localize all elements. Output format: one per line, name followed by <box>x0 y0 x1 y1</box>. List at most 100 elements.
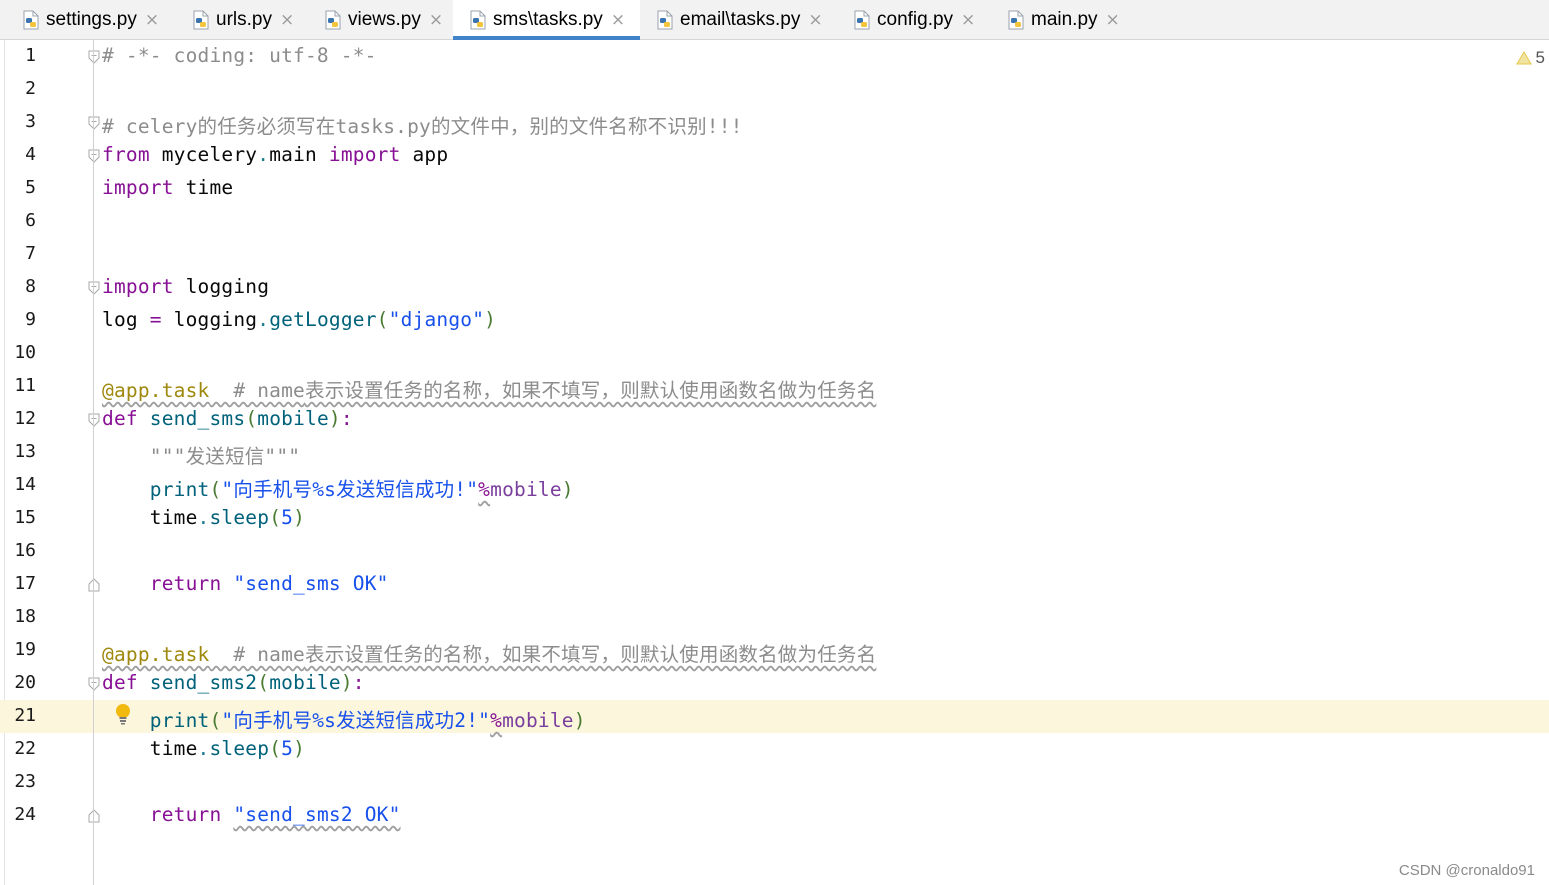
code-line[interactable]: 23 <box>0 766 1549 799</box>
code-token: ( <box>269 737 282 760</box>
fold-open-icon[interactable] <box>88 413 100 427</box>
line-number[interactable]: 3 <box>0 111 36 132</box>
line-number[interactable]: 11 <box>0 375 36 396</box>
close-icon[interactable]: × <box>429 10 443 30</box>
code-line[interactable]: 16 <box>0 535 1549 568</box>
code-line[interactable]: 5 import time <box>0 172 1549 205</box>
code-token: . <box>197 737 210 760</box>
line-number[interactable]: 16 <box>0 540 36 561</box>
line-number[interactable]: 7 <box>0 243 36 264</box>
close-icon[interactable]: × <box>961 10 975 30</box>
warning-triangle-icon <box>1515 51 1532 65</box>
code-line[interactable]: 7 <box>0 238 1549 271</box>
line-number[interactable]: 17 <box>0 573 36 594</box>
line-number[interactable]: 13 <box>0 441 36 462</box>
code-line[interactable]: 6 <box>0 205 1549 238</box>
line-number[interactable]: 19 <box>0 639 36 660</box>
code-line[interactable]: 15 time.sleep(5) <box>0 502 1549 535</box>
fold-close-icon[interactable] <box>88 578 100 592</box>
code-line[interactable]: 14 print("向手机号%s发送短信成功!"%mobile) <box>0 469 1549 502</box>
tab-email-tasks-py[interactable]: email\tasks.py × <box>640 0 837 39</box>
fold-open-icon[interactable] <box>88 149 100 163</box>
fold-open-icon[interactable] <box>88 677 100 691</box>
tab-main-py[interactable]: main.py × <box>991 0 1141 39</box>
tab-views-py[interactable]: views.py × <box>308 0 453 39</box>
code-line[interactable]: 2 <box>0 73 1549 106</box>
line-number[interactable]: 24 <box>0 804 36 825</box>
code-editor[interactable]: 1 # -*- coding: utf-8 -*- 2 3 # celery的任务必须写… <box>0 40 1549 885</box>
code-line[interactable]: 19 @app.task # name表示设置任务的名称，如果不填写，则默认使用函… <box>0 634 1549 667</box>
inspection-warning-indicator[interactable]: 5 <box>1515 48 1545 68</box>
fold-open-icon[interactable] <box>88 281 100 295</box>
code-token: . <box>257 143 270 166</box>
line-number[interactable]: 2 <box>0 78 36 99</box>
code-token: logging <box>161 308 258 331</box>
line-number[interactable]: 18 <box>0 606 36 627</box>
code-line[interactable]: 12 def send_sms(mobile): <box>0 403 1549 436</box>
code-token: print <box>149 709 210 732</box>
code-line[interactable]: 21 print("向手机号%s发送短信成功2!"%mobile) <box>0 700 1549 733</box>
close-icon[interactable]: × <box>280 10 294 30</box>
tab-config-py[interactable]: config.py × <box>837 0 991 39</box>
code-token: def <box>102 407 138 430</box>
close-icon[interactable]: × <box>808 10 822 30</box>
line-number[interactable]: 12 <box>0 408 36 429</box>
code-line[interactable]: 20 def send_sms2(mobile): <box>0 667 1549 700</box>
code-token: # name <box>209 643 305 666</box>
code-line[interactable]: 18 <box>0 601 1549 634</box>
code-token: import <box>102 176 174 199</box>
line-number[interactable]: 21 <box>0 705 36 726</box>
code-token: logging <box>173 275 270 298</box>
code-token: def <box>102 671 138 694</box>
line-number[interactable]: 4 <box>0 144 36 165</box>
code-token: from <box>102 143 150 166</box>
line-number[interactable]: 1 <box>0 45 36 66</box>
close-icon[interactable]: × <box>611 10 625 30</box>
code-line[interactable]: 4 from mycelery.main import app <box>0 139 1549 172</box>
code-line[interactable]: 22 time.sleep(5) <box>0 733 1549 766</box>
code-line[interactable]: 24 return "send_sms2 OK" <box>0 799 1549 832</box>
code-token: 表示设置任务的名称，如果不填写，则默认使用函数名做为任务名 <box>305 379 877 402</box>
line-number[interactable]: 6 <box>0 210 36 231</box>
code-line[interactable]: 9 log = logging.getLogger("django") <box>0 304 1549 337</box>
warning-count: 5 <box>1535 48 1545 67</box>
tab-label: email\tasks.py <box>680 8 801 30</box>
line-number[interactable]: 8 <box>0 276 36 297</box>
line-number[interactable]: 14 <box>0 474 36 495</box>
fold-close-icon[interactable] <box>88 809 100 823</box>
code-line[interactable]: 3 # celery的任务必须写在tasks.py的文件中，别的文件名称不识别!!… <box>0 106 1549 139</box>
fold-open-icon[interactable] <box>88 116 100 130</box>
python-file-icon <box>470 10 486 29</box>
close-icon[interactable]: × <box>145 10 159 30</box>
tab-settings-py[interactable]: settings.py × <box>0 0 176 39</box>
code-token: return <box>149 572 222 595</box>
tab-urls-py[interactable]: urls.py × <box>176 0 308 39</box>
code-text: print("向手机号%s发送短信成功2!"%mobile) <box>102 704 586 733</box>
tab-label: main.py <box>1031 8 1098 30</box>
code-token: send_sms <box>149 407 246 430</box>
line-number[interactable]: 15 <box>0 507 36 528</box>
code-line[interactable]: 8 import logging <box>0 271 1549 304</box>
code-line[interactable]: 17 return "send_sms OK" <box>0 568 1549 601</box>
line-number[interactable]: 9 <box>0 309 36 330</box>
line-number[interactable]: 10 <box>0 342 36 363</box>
code-token: 向手机号 <box>233 478 313 501</box>
tab-sms-tasks-py[interactable]: sms\tasks.py × <box>453 0 640 40</box>
code-text: time.sleep(5) <box>102 737 305 760</box>
code-token: import <box>328 143 401 166</box>
code-token: = <box>149 308 162 331</box>
code-token: ( <box>209 478 222 501</box>
code-line[interactable]: 11 @app.task # name表示设置任务的名称，如果不填写，则默认使用函… <box>0 370 1549 403</box>
code-token: ) <box>340 671 353 694</box>
code-line[interactable]: 10 <box>0 337 1549 370</box>
line-number[interactable]: 23 <box>0 771 36 792</box>
code-line[interactable]: 13 """发送短信""" <box>0 436 1549 469</box>
code-line[interactable]: 1 # -*- coding: utf-8 -*- <box>0 40 1549 73</box>
line-number[interactable]: 20 <box>0 672 36 693</box>
fold-open-icon[interactable] <box>88 50 100 64</box>
close-icon[interactable]: × <box>1106 10 1120 30</box>
line-number[interactable]: 22 <box>0 738 36 759</box>
line-number[interactable]: 5 <box>0 177 36 198</box>
code-token: ) <box>573 709 586 732</box>
